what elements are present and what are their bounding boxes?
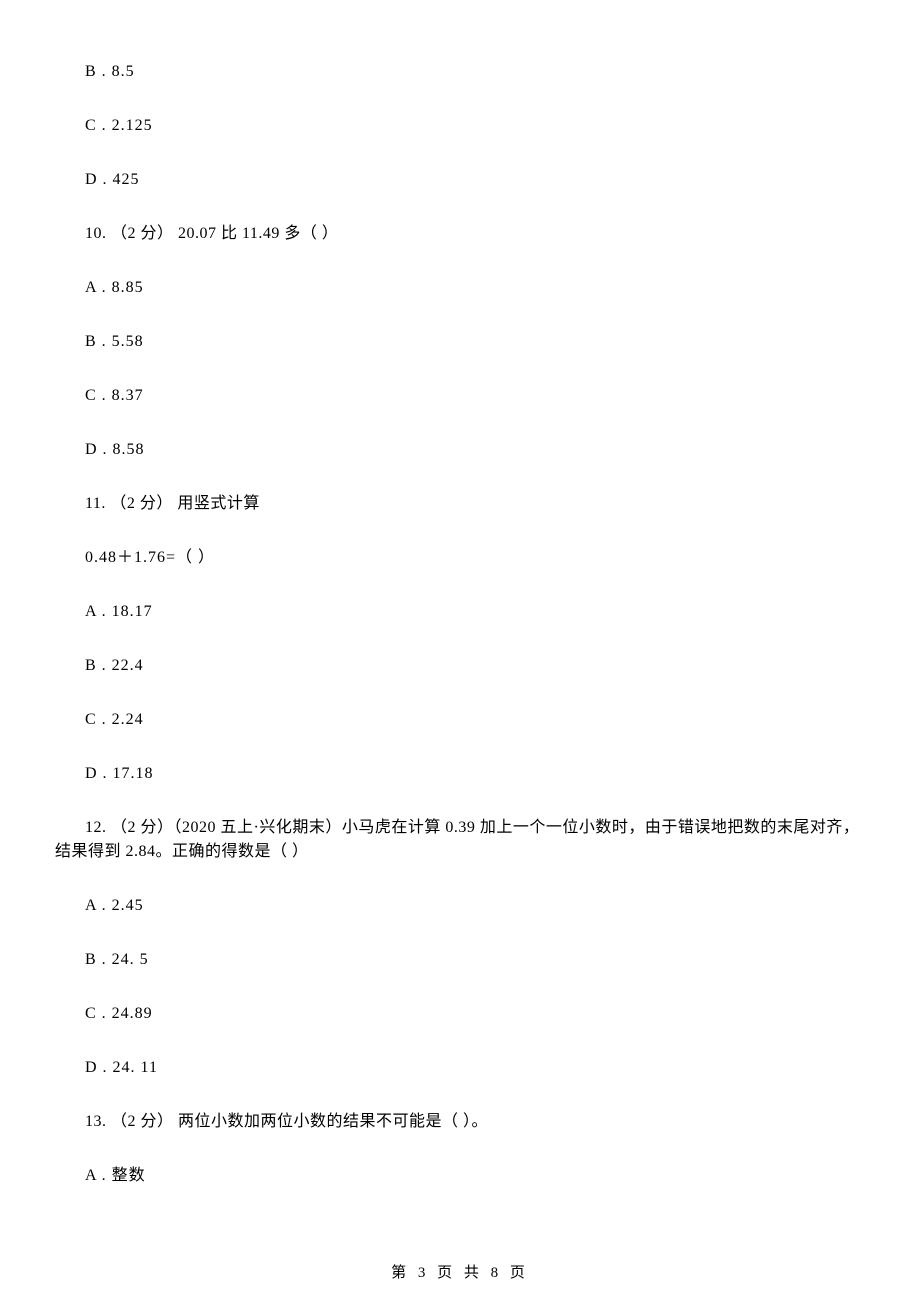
q12-option-b: B . 24. 5 [55,948,865,972]
q11-stem: 11. （2 分） 用竖式计算 [55,492,865,516]
q12-option-d: D . 24. 11 [55,1056,865,1080]
q11-option-b: B . 22.4 [55,654,865,678]
q11-sub: 0.48＋1.76=（ ） [55,546,865,570]
q13-option-a: A . 整数 [55,1164,865,1188]
prev-option-b: B . 8.5 [55,60,865,84]
q10-option-b: B . 5.58 [55,330,865,354]
page-footer: 第 3 页 共 8 页 [0,1262,920,1285]
prev-option-d: D . 425 [55,168,865,192]
q10-option-c: C . 8.37 [55,384,865,408]
q12-stem: 12. （2 分）（2020 五上·兴化期末）小马虎在计算 0.39 加上一个一… [55,816,865,864]
q12-option-a: A . 2.45 [55,894,865,918]
q10-option-d: D . 8.58 [55,438,865,462]
page: B . 8.5 C . 2.125 D . 425 10. （2 分） 20.0… [0,0,920,1302]
q10-option-a: A . 8.85 [55,276,865,300]
prev-option-c: C . 2.125 [55,114,865,138]
q12-option-c: C . 24.89 [55,1002,865,1026]
q11-option-c: C . 2.24 [55,708,865,732]
q11-option-d: D . 17.18 [55,762,865,786]
q10-stem: 10. （2 分） 20.07 比 11.49 多（ ） [55,222,865,246]
q11-option-a: A . 18.17 [55,600,865,624]
q13-stem: 13. （2 分） 两位小数加两位小数的结果不可能是（ ）。 [55,1110,865,1134]
